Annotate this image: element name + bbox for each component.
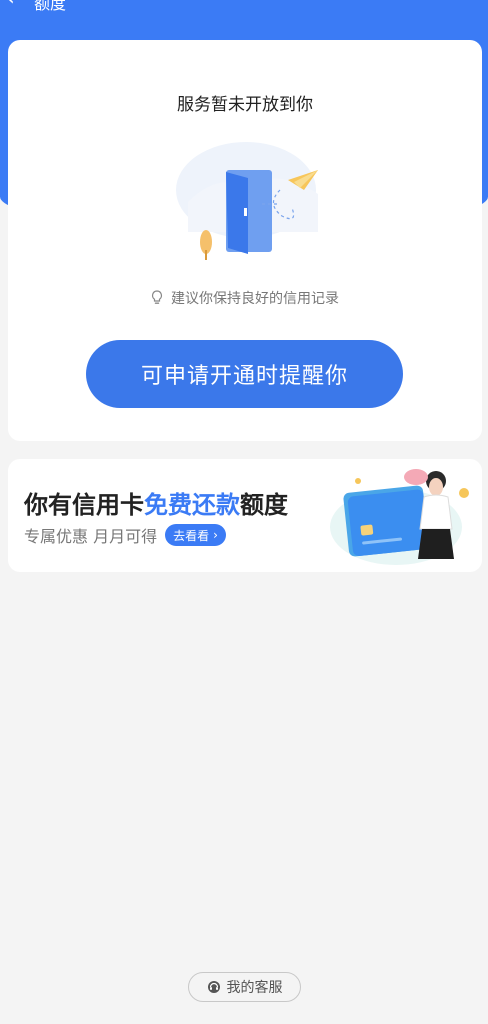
page-title: 服务暂未开放到你 xyxy=(177,95,313,115)
chevron-right-icon: › xyxy=(213,528,218,542)
tip-text: 建议你保持良好的信用记录 xyxy=(171,291,339,307)
bulb-icon xyxy=(151,290,163,304)
promo-title-highlight: 免费还款 xyxy=(144,491,240,519)
look-button[interactable]: 去看看 › xyxy=(165,524,226,546)
look-button-label: 去看看 xyxy=(173,528,210,543)
customer-service-label: 我的客服 xyxy=(226,980,283,996)
status-card: 服务暂未开放到你 建议你保持良好的信用记录 可申请开通时提醒你 xyxy=(8,40,482,441)
customer-service-button[interactable]: 我的客服 xyxy=(188,972,301,1002)
promo-subtitle-row: 专属优惠 月月可得 去看看 › xyxy=(24,523,226,547)
notify-me-button[interactable]: 可申请开通时提醒你 xyxy=(86,340,403,408)
promo-title: 你有信用卡免费还款额度 xyxy=(24,485,288,520)
headset-icon xyxy=(207,981,220,993)
promo-title-suffix: 额度 xyxy=(240,491,288,519)
promo-subtitle: 专属优惠 月月可得 xyxy=(24,527,158,546)
tip-row: 建议你保持良好的信用记录 xyxy=(8,288,482,308)
promo-card[interactable]: 你有信用卡免费还款额度 专属优惠 月月可得 去看看 › xyxy=(8,459,482,572)
promo-title-prefix: 你有信用卡 xyxy=(24,491,144,519)
nav-bar: ‹ 额度 xyxy=(0,0,488,13)
credit-card-illustration xyxy=(330,469,469,565)
back-arrow-icon[interactable]: ‹ xyxy=(6,0,15,10)
door-illustration xyxy=(176,142,318,260)
nav-title: 额度 xyxy=(34,0,67,13)
